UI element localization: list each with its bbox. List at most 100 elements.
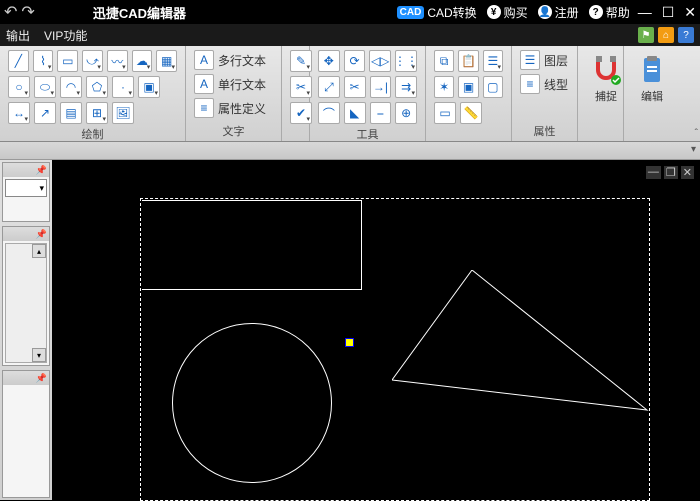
group-label-draw: 绘制 xyxy=(8,126,177,142)
user-icon: 👤 xyxy=(538,5,552,19)
home-icon[interactable]: ⌂ xyxy=(658,27,674,43)
ungroup-tool[interactable]: ▢ xyxy=(483,76,503,98)
side-pane-2: 📌 ▴ ▾ xyxy=(2,226,50,366)
edit-button[interactable]: 编辑 xyxy=(632,50,672,104)
edit-tool-1[interactable]: ✎ xyxy=(290,50,312,72)
minimize-button[interactable]: — xyxy=(638,4,652,21)
attrdef-button[interactable]: ≡ 属性定义 xyxy=(194,98,273,118)
menu-output[interactable]: 输出 xyxy=(6,27,30,44)
trim-tool[interactable]: ✂ xyxy=(344,76,366,98)
drawing-content xyxy=(52,160,700,500)
pin-icon[interactable]: 📌 xyxy=(36,165,47,176)
ribbon-collapse-icon[interactable]: ˆ xyxy=(695,128,698,139)
pin-icon-3[interactable]: 📌 xyxy=(36,373,47,384)
break-tool[interactable]: ⎯ xyxy=(370,102,392,124)
table-tool[interactable]: ▤ xyxy=(60,102,82,124)
mirror-tool[interactable]: ◁▷ xyxy=(369,50,391,72)
flag-icon[interactable]: ⚑ xyxy=(638,27,654,43)
rotate-tool[interactable]: ⟳ xyxy=(344,50,366,72)
leader-tool[interactable]: ↗ xyxy=(34,102,56,124)
ribbon-group-modify: ⧉ 📋 ☰ ✶ ▣ ▢ ▭ 📏 xyxy=(426,46,512,141)
image-tool[interactable]: 🖼 xyxy=(112,102,134,124)
spline-tool[interactable]: 〰 xyxy=(107,50,128,72)
yen-icon: ¥ xyxy=(487,5,501,19)
scroll-up-icon[interactable]: ▴ xyxy=(32,244,46,258)
line-tool[interactable]: ╱ xyxy=(8,50,29,72)
block-tool[interactable]: ▣ xyxy=(138,76,160,98)
insert-tool[interactable]: ⊞ xyxy=(86,102,108,124)
pane3-header: 📌 xyxy=(3,371,49,385)
scroll-down-icon[interactable]: ▾ xyxy=(32,348,46,362)
pane1-combo[interactable]: ▾ xyxy=(5,179,47,197)
select-tool[interactable]: ▭ xyxy=(434,102,456,124)
multiline-text-icon: A xyxy=(194,50,214,70)
canvas-close-icon[interactable]: ✕ xyxy=(681,166,694,179)
pane2-scroll[interactable]: ▴ ▾ xyxy=(5,243,47,363)
edit-tool-2[interactable]: ✂ xyxy=(290,76,312,98)
help-link[interactable]: ? 帮助 xyxy=(589,4,630,21)
move-tool[interactable]: ✥ xyxy=(318,50,340,72)
circle-tool[interactable]: ○ xyxy=(8,76,30,98)
hatch-tool[interactable]: ▦ xyxy=(156,50,177,72)
redo-icon[interactable]: ↷ xyxy=(21,2,34,22)
point-tool[interactable]: · xyxy=(112,76,134,98)
cad-convert-link[interactable]: CAD CAD转换 xyxy=(397,4,477,21)
selection-grip[interactable] xyxy=(345,338,354,347)
copy-tool[interactable]: ⧉ xyxy=(434,50,454,72)
dim-tool[interactable]: ↔ xyxy=(8,102,30,124)
layer-button[interactable]: ☰ 图层 xyxy=(520,50,569,70)
measure-tool[interactable]: 📏 xyxy=(460,102,482,124)
ribbon-group-edit-small: ✎ ✂ ✔ xyxy=(282,46,310,141)
rect-tool[interactable]: ▭ xyxy=(57,50,78,72)
ribbon: ╱ ⌇ ▭ ⤻ 〰 ☁ ▦ ○ ⬭ ◠ ⬠ · ▣ ↔ ↗ ▤ ⊞ 🖼 xyxy=(0,46,700,142)
main-area: 📌 ▾ 📌 ▴ ▾ 📌 — ❐ ✕ xyxy=(0,160,700,500)
register-link[interactable]: 👤 注册 xyxy=(538,4,579,21)
multiline-text-button[interactable]: A 多行文本 xyxy=(194,50,273,70)
align-tool[interactable]: ☰ xyxy=(483,50,503,72)
snap-button[interactable]: 捕捉 xyxy=(586,50,626,104)
buy-link[interactable]: ¥ 购买 xyxy=(487,4,528,21)
edit-tool-3[interactable]: ✔ xyxy=(290,102,312,124)
fillet-tool[interactable]: ⌒ xyxy=(318,102,340,124)
help-icon[interactable]: ? xyxy=(678,27,694,43)
shape-circle[interactable] xyxy=(172,323,332,483)
singleline-text-button[interactable]: A 单行文本 xyxy=(194,74,273,94)
title-bar: ↶ ↷ 迅捷CAD编辑器 CAD CAD转换 ¥ 购买 👤 注册 ? 帮助 — … xyxy=(0,0,700,24)
group-tool[interactable]: ▣ xyxy=(458,76,478,98)
pane2-header: 📌 xyxy=(3,227,49,241)
drawing-canvas[interactable]: — ❐ ✕ xyxy=(52,160,700,500)
chamfer-tool[interactable]: ◣ xyxy=(344,102,366,124)
ribbon-group-snap: 捕捉 xyxy=(578,46,624,141)
ribbon-group-attr: ☰ 图层 ≡ 线型 属性 xyxy=(512,46,578,141)
explode-tool[interactable]: ✶ xyxy=(434,76,454,98)
cloud-tool[interactable]: ☁ xyxy=(132,50,153,72)
extend-tool[interactable]: →| xyxy=(370,76,392,98)
offset-tool[interactable]: ⇉ xyxy=(395,76,417,98)
close-button[interactable]: ✕ xyxy=(684,4,696,21)
canvas-minimize-icon[interactable]: — xyxy=(646,166,661,179)
group-label-text: 文字 xyxy=(194,123,273,139)
join-tool[interactable]: ⊕ xyxy=(395,102,417,124)
ellipse-tool[interactable]: ⬭ xyxy=(34,76,56,98)
shape-triangle[interactable] xyxy=(392,270,652,430)
menubar-right-icons: ⚑ ⌂ ? xyxy=(638,27,694,43)
buy-label: 购买 xyxy=(504,4,528,21)
scale-tool[interactable]: ⤢ xyxy=(318,76,340,98)
array-tool[interactable]: ⋮⋮ xyxy=(395,50,417,72)
polygon-tool[interactable]: ⬠ xyxy=(86,76,108,98)
linetype-button[interactable]: ≡ 线型 xyxy=(520,74,569,94)
arc-tool[interactable]: ⤻ xyxy=(82,50,103,72)
polyline-tool[interactable]: ⌇ xyxy=(33,50,54,72)
shape-rectangle[interactable] xyxy=(142,200,362,290)
canvas-restore-icon[interactable]: ❐ xyxy=(664,166,678,179)
pin-icon-2[interactable]: 📌 xyxy=(36,229,47,240)
question-icon: ? xyxy=(589,5,603,19)
maximize-button[interactable]: ☐ xyxy=(662,4,675,21)
arc2-tool[interactable]: ◠ xyxy=(60,76,82,98)
paste-tool[interactable]: 📋 xyxy=(458,50,478,72)
secondary-bar: ▾ xyxy=(0,142,700,160)
undo-icon[interactable]: ↶ xyxy=(4,2,17,22)
cad-badge-icon: CAD xyxy=(397,6,425,19)
secbar-chevron-icon[interactable]: ▾ xyxy=(691,144,696,155)
menu-vip[interactable]: VIP功能 xyxy=(44,27,87,44)
